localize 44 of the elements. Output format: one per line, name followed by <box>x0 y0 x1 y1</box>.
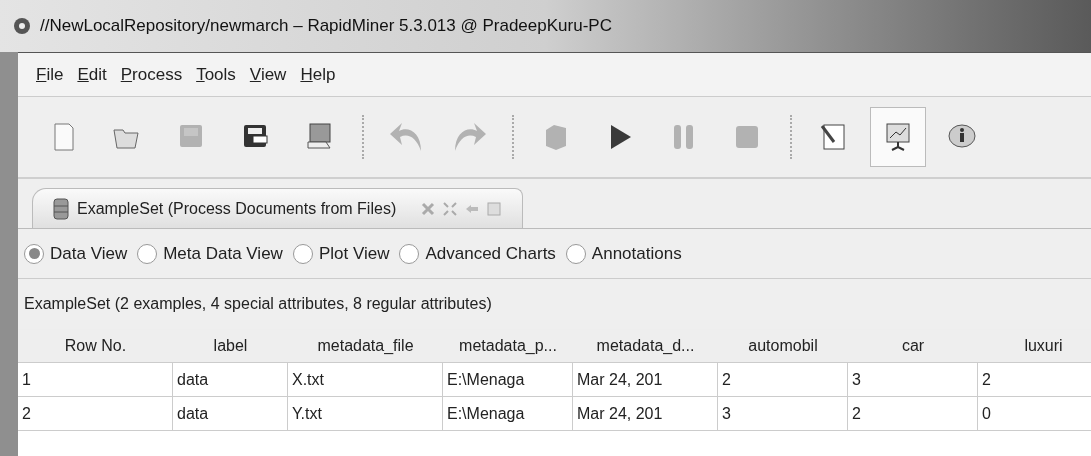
view-radio[interactable]: Meta Data View <box>137 240 283 267</box>
table-cell: 3 <box>718 397 848 430</box>
table-cell: data <box>173 397 288 430</box>
tab-label: ExampleSet (Process Documents from Files) <box>77 198 397 219</box>
menu-item[interactable]: View <box>249 61 287 88</box>
table-cell: Mar 24, 201 <box>573 363 718 396</box>
restore-icon[interactable] <box>486 200 503 217</box>
app-logo-icon <box>12 16 32 36</box>
table-cell: X.txt <box>288 363 443 396</box>
column-header[interactable]: automobil <box>718 333 848 358</box>
table-cell: E:\Menaga <box>443 397 573 430</box>
column-header[interactable]: car <box>848 333 978 358</box>
table-cell: data <box>173 363 288 396</box>
menu-item[interactable]: Tools <box>196 61 236 88</box>
table-cell: 1 <box>18 363 173 396</box>
column-header[interactable]: metadata_d... <box>573 333 718 358</box>
table-cell: 2 <box>18 397 173 430</box>
table-cell: 0 <box>978 397 1091 430</box>
table-cell: Y.txt <box>288 397 443 430</box>
column-header[interactable]: metadata_p... <box>443 333 573 358</box>
table-cell: 3 <box>848 363 978 396</box>
maximize-icon[interactable] <box>442 200 459 217</box>
view-radio[interactable]: Plot View <box>292 240 390 267</box>
close-icon[interactable] <box>420 200 437 217</box>
view-radio[interactable]: Advanced Charts <box>399 240 556 267</box>
view-radio[interactable]: Data View <box>24 240 128 267</box>
table-cell: 2 <box>718 363 848 396</box>
column-header[interactable]: Row No. <box>18 333 173 358</box>
menu-item[interactable]: File <box>36 61 64 88</box>
table-cell: 2 <box>848 397 978 430</box>
example-set-summary: ExampleSet (2 examples, 4 special attributes, 8 regular attributes) <box>24 294 492 314</box>
menu-item[interactable]: Edit <box>77 61 107 88</box>
view-radio[interactable]: Annotations <box>565 240 682 267</box>
column-header[interactable]: label <box>173 333 288 358</box>
menu-item[interactable]: Help <box>300 61 336 88</box>
menu-item[interactable]: Process <box>120 61 183 88</box>
table-cell: Mar 24, 201 <box>573 397 718 430</box>
column-header[interactable]: metadata_file <box>288 333 443 358</box>
column-header[interactable]: luxuri <box>978 333 1091 358</box>
result-tab[interactable]: ExampleSet (Process Documents from Files) <box>32 188 524 228</box>
window-title: //NewLocalRepository/newmarch – RapidMiner 5.3.013 @ PradeepKuru-PC <box>40 15 612 38</box>
database-icon <box>53 197 69 220</box>
table-cell: E:\Menaga <box>443 363 573 396</box>
table-cell: 2 <box>978 363 1091 396</box>
